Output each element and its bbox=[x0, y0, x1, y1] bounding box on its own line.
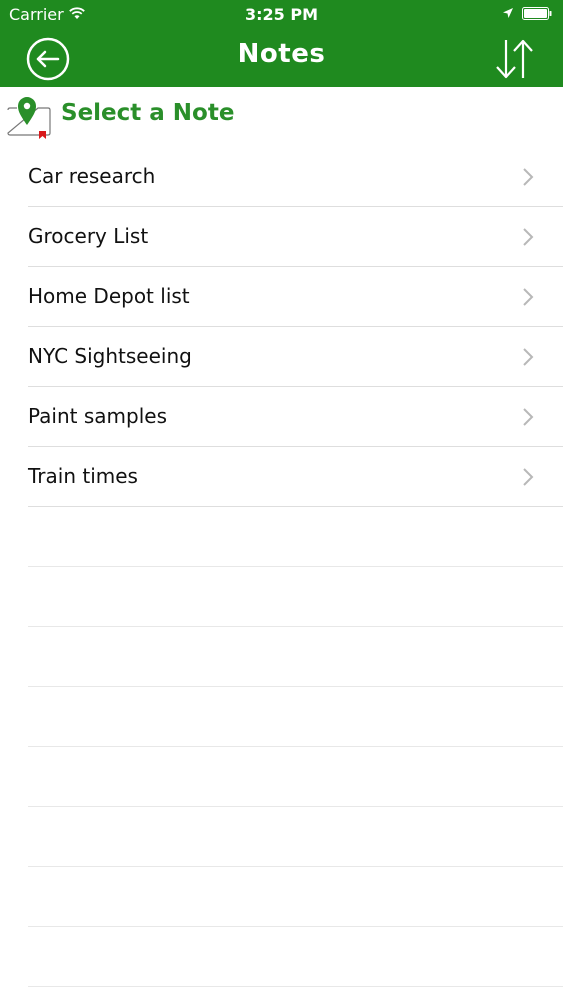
list-item[interactable]: Home Depot list bbox=[28, 267, 563, 327]
battery-icon bbox=[522, 7, 552, 20]
chevron-right-icon bbox=[523, 168, 534, 186]
page-title: Notes bbox=[237, 39, 326, 69]
nav-bar: Notes bbox=[0, 30, 563, 87]
list-item-label: Home Depot list bbox=[28, 284, 190, 308]
status-bar: Carrier 3:25 PM bbox=[0, 0, 563, 30]
empty-row bbox=[28, 807, 563, 867]
section-header: Select a Note bbox=[0, 92, 563, 142]
notes-list: Car research Grocery List Home Depot lis… bbox=[0, 147, 563, 987]
list-item[interactable]: Grocery List bbox=[28, 207, 563, 267]
sort-arrows-icon[interactable] bbox=[492, 36, 536, 82]
list-item-label: Car research bbox=[28, 164, 156, 188]
list-item-label: Train times bbox=[28, 464, 138, 488]
list-item-label: NYC Sightseeing bbox=[28, 344, 192, 368]
chevron-right-icon bbox=[523, 408, 534, 426]
empty-row bbox=[28, 747, 563, 807]
empty-row bbox=[28, 627, 563, 687]
header: Carrier 3:25 PM Notes bbox=[0, 0, 563, 87]
empty-row bbox=[28, 687, 563, 747]
empty-row bbox=[28, 927, 563, 987]
location-arrow-icon bbox=[503, 8, 513, 18]
empty-row bbox=[28, 567, 563, 627]
list-item-label: Paint samples bbox=[28, 404, 167, 428]
empty-row bbox=[28, 507, 563, 567]
map-pin-bookmark-icon bbox=[7, 97, 51, 139]
list-item[interactable]: Paint samples bbox=[28, 387, 563, 447]
empty-row bbox=[28, 867, 563, 927]
chevron-right-icon bbox=[523, 468, 534, 486]
chevron-right-icon bbox=[523, 288, 534, 306]
list-item-label: Grocery List bbox=[28, 224, 149, 248]
clock: 3:25 PM bbox=[244, 5, 318, 24]
list-item[interactable]: Car research bbox=[28, 147, 563, 207]
chevron-right-icon bbox=[523, 348, 534, 366]
section-title: Select a Note bbox=[61, 100, 235, 126]
chevron-right-icon bbox=[523, 228, 534, 246]
list-item[interactable]: NYC Sightseeing bbox=[28, 327, 563, 387]
list-item[interactable]: Train times bbox=[28, 447, 563, 507]
